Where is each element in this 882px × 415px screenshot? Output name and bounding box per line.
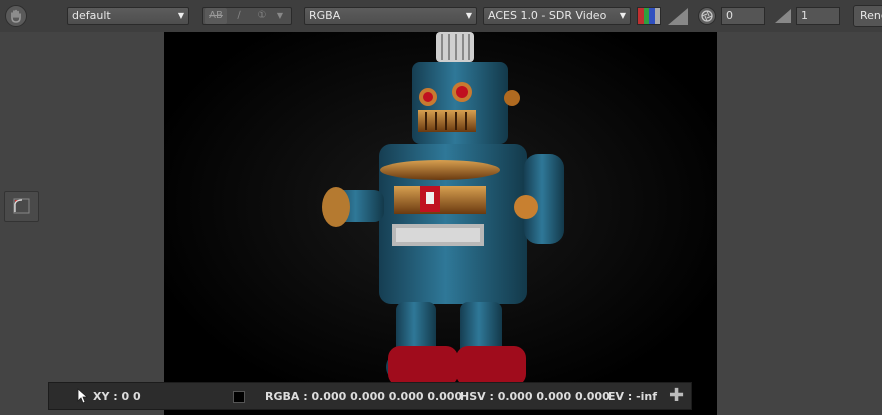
chevron-down-icon: ▼	[619, 11, 626, 20]
render-button[interactable]: Rend	[853, 5, 882, 27]
chevron-down-icon: ▼	[465, 11, 472, 20]
gamma-ramp-icon[interactable]	[775, 9, 791, 23]
circle-one-icon: ①	[257, 10, 267, 21]
alpha-channel-icon	[654, 8, 660, 24]
compare-group: AB ∕ ① ▼	[202, 7, 292, 25]
pixel-info-bar: XY : 0 0 RGBA : 0.000 0.000 0.000 0.000 …	[48, 382, 692, 410]
robot-render-image	[164, 32, 717, 415]
chevron-down-icon: ▼	[177, 11, 184, 20]
compare-dropdown[interactable]: ▼	[273, 8, 287, 24]
roi-icon	[13, 198, 30, 214]
exposure-value: 0	[726, 9, 733, 22]
aperture-icon	[701, 10, 713, 22]
slash-icon: ∕	[237, 10, 241, 21]
exposure-input[interactable]: 0	[721, 7, 765, 25]
hand-icon	[11, 9, 21, 23]
region-of-interest-button[interactable]	[4, 191, 39, 222]
gamma-value: 1	[801, 9, 808, 22]
render-button-label: Rend	[860, 9, 882, 22]
compare-index-button[interactable]: ①	[253, 8, 271, 24]
channel-select-value: RGBA	[309, 9, 341, 22]
view-transform-value: ACES 1.0 - SDR Video	[488, 9, 607, 22]
xy-readout: XY : 0 0	[93, 390, 141, 403]
layer-select[interactable]: default ▼	[67, 7, 189, 25]
gamma-input[interactable]: 1	[796, 7, 840, 25]
hsv-readout: HSV : 0.000 0.000 0.000	[460, 390, 610, 403]
ab-compare-button[interactable]: AB	[205, 8, 227, 24]
image-viewport[interactable]	[164, 32, 717, 415]
expand-plus-icon[interactable]: ✚	[669, 385, 684, 406]
channel-select[interactable]: RGBA ▼	[304, 7, 477, 25]
view-transform-select[interactable]: ACES 1.0 - SDR Video ▼	[483, 7, 631, 25]
chevron-down-icon: ▼	[276, 11, 284, 20]
cursor-icon	[77, 388, 89, 404]
ev-readout: EV : -inf	[608, 390, 658, 403]
channel-swatch-button[interactable]	[637, 7, 661, 25]
layer-select-value: default	[72, 9, 111, 22]
gradient-ramp-icon[interactable]	[668, 8, 688, 25]
pan-hand-button[interactable]	[5, 5, 27, 27]
rgba-readout: RGBA : 0.000 0.000 0.000 0.000	[265, 390, 463, 403]
pixel-color-swatch	[233, 391, 245, 403]
viewer-toolbar: default ▼ AB ∕ ① ▼ RGBA ▼ ACES 1.0 - SDR…	[0, 0, 882, 32]
exposure-button[interactable]	[698, 7, 716, 25]
wipe-button[interactable]: ∕	[230, 8, 248, 24]
ab-label: AB	[209, 10, 223, 21]
